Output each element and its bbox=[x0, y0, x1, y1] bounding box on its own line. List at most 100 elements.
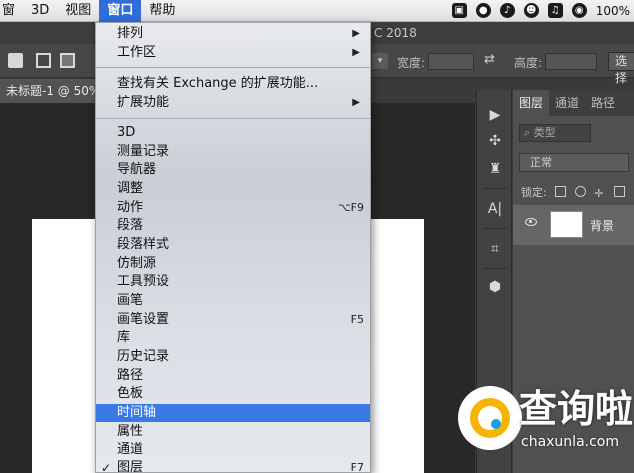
panel-tabs: 图层 通道 路径 bbox=[513, 90, 634, 116]
menu-item-paragraph-styles[interactable]: 段落样式 bbox=[96, 236, 370, 254]
menu-item-channels[interactable]: 通道 bbox=[96, 441, 370, 459]
window-menu-dropdown: 排列 ▶ 工作区 ▶ 查找有关 Exchange 的扩展功能... 扩展功能 ▶… bbox=[95, 22, 371, 473]
mic-icon[interactable]: ♫ bbox=[547, 3, 563, 18]
menu-item-swatches[interactable]: 色板 bbox=[96, 385, 370, 403]
add-selection-icon[interactable] bbox=[36, 53, 51, 68]
menu-item-3d[interactable]: 3D bbox=[96, 124, 370, 142]
tab-paths[interactable]: 路径 bbox=[585, 90, 621, 116]
menu-item-label: 库 bbox=[117, 330, 131, 345]
menu-item-navigator[interactable]: 导航器 bbox=[96, 161, 370, 179]
battery-percent: 100% bbox=[595, 3, 630, 18]
swap-icon[interactable]: ⇄ bbox=[484, 52, 495, 67]
wifi-icon[interactable]: ◉ bbox=[571, 3, 587, 18]
menu-window[interactable]: 窗口 bbox=[99, 0, 142, 22]
menu-shortcut: F7 bbox=[350, 461, 364, 473]
new-selection-icon[interactable] bbox=[8, 53, 23, 68]
menu-item-label: 查找有关 Exchange 的扩展功能... bbox=[117, 76, 319, 91]
width-field[interactable] bbox=[428, 53, 474, 70]
menu-item-measurement-log[interactable]: 测量记录 bbox=[96, 143, 370, 161]
lock-row: 锁定: ✛ bbox=[521, 184, 625, 200]
layer-name: 背景 bbox=[590, 219, 615, 233]
submenu-arrow-icon: ▶ bbox=[352, 97, 360, 108]
filter-label: 类型 bbox=[533, 126, 556, 139]
puzzle-icon[interactable]: ✣ bbox=[486, 132, 504, 150]
menu-item-brush-settings[interactable]: 画笔设置 F5 bbox=[96, 311, 370, 329]
menu-item-history[interactable]: 历史记录 bbox=[96, 348, 370, 366]
crop-icon[interactable]: ⌗ bbox=[486, 240, 504, 258]
search-icon: ⌕ bbox=[524, 126, 531, 139]
menu-item-label: 测量记录 bbox=[117, 144, 170, 159]
menu-item-label: 色板 bbox=[117, 386, 144, 401]
submenu-arrow-icon: ▶ bbox=[352, 28, 360, 39]
height-field[interactable] bbox=[545, 53, 597, 70]
style-dropdown-icon[interactable]: ▾ bbox=[372, 53, 388, 69]
menu-3d[interactable]: 3D bbox=[23, 0, 57, 22]
menu-item-label: 工作区 bbox=[117, 45, 157, 60]
layer-filter-dropdown[interactable]: ⌕ 类型 bbox=[519, 124, 591, 142]
menu-item-label: 时间轴 bbox=[117, 405, 157, 420]
stamp-icon[interactable]: ♜ bbox=[486, 160, 504, 178]
bell-icon[interactable]: ♪ bbox=[499, 3, 515, 18]
character-icon[interactable]: A| bbox=[486, 200, 504, 218]
watermark-url: chaxunla.com bbox=[521, 434, 619, 450]
menu-item-label: 历史记录 bbox=[117, 349, 170, 364]
submenu-arrow-icon: ▶ bbox=[352, 47, 360, 58]
menu-item-label: 段落 bbox=[117, 218, 144, 233]
menu-item-label: 3D bbox=[117, 125, 136, 140]
wechat-icon[interactable]: ● bbox=[475, 3, 491, 18]
app-title: C 2018 bbox=[374, 26, 417, 40]
tab-channels[interactable]: 通道 bbox=[549, 90, 585, 116]
menu-item-timeline[interactable]: 时间轴 bbox=[96, 404, 370, 422]
menu-item-label: 排列 bbox=[117, 26, 144, 41]
3d-cube-icon[interactable]: ⬢ bbox=[486, 278, 504, 296]
menu-partial[interactable]: 窗 bbox=[0, 0, 23, 22]
menu-view[interactable]: 视图 bbox=[57, 0, 99, 22]
menu-item-label: 调整 bbox=[117, 181, 144, 196]
menu-item-clone-source[interactable]: 仿制源 bbox=[96, 255, 370, 273]
menu-item-adjustments[interactable]: 调整 bbox=[96, 180, 370, 198]
menu-item-libraries[interactable]: 库 bbox=[96, 329, 370, 347]
menu-item-workspace[interactable]: 工作区 ▶ bbox=[96, 44, 370, 62]
intersect-selection-icon[interactable] bbox=[60, 53, 75, 68]
menu-shortcut: ⌥F9 bbox=[337, 201, 364, 214]
status-area: ▣ ● ♪ ☻ ♫ ◉ 100% bbox=[451, 3, 634, 18]
layer-thumbnail bbox=[550, 211, 583, 238]
lock-artboard-icon[interactable] bbox=[613, 186, 625, 197]
eye-icon[interactable] bbox=[525, 218, 537, 226]
menu-shortcut: F5 bbox=[350, 313, 364, 326]
menu-item-label: 动作 bbox=[117, 200, 144, 215]
menu-item-find-extensions[interactable]: 查找有关 Exchange 的扩展功能... bbox=[96, 75, 370, 93]
lock-paint-icon[interactable] bbox=[574, 186, 586, 197]
menu-item-label: 仿制源 bbox=[117, 256, 157, 271]
menu-item-paragraph[interactable]: 段落 bbox=[96, 217, 370, 235]
lock-transparent-icon[interactable] bbox=[555, 186, 567, 197]
menu-item-paths[interactable]: 路径 bbox=[96, 367, 370, 385]
app-icon[interactable]: ▣ bbox=[451, 3, 467, 18]
lock-label: 锁定: bbox=[521, 186, 547, 199]
select-and-mask-button[interactable]: 选择 bbox=[608, 52, 634, 85]
watermark-text: 查询啦 bbox=[519, 387, 634, 431]
menu-item-brushes[interactable]: 画笔 bbox=[96, 292, 370, 310]
lock-move-icon[interactable]: ✛ bbox=[594, 187, 605, 200]
play-icon[interactable]: ▶ bbox=[486, 106, 504, 124]
tool-divider bbox=[483, 188, 507, 189]
layer-row[interactable]: 背景 bbox=[513, 205, 634, 245]
menu-item-actions[interactable]: 动作 ⌥F9 bbox=[96, 199, 370, 217]
menu-item-layers[interactable]: ✓ 图层 F7 bbox=[96, 459, 370, 473]
tool-divider bbox=[483, 228, 507, 229]
menu-help[interactable]: 帮助 bbox=[141, 0, 183, 22]
menu-item-extensions[interactable]: 扩展功能 ▶ bbox=[96, 94, 370, 112]
menu-item-label: 工具预设 bbox=[117, 274, 170, 289]
menu-item-tool-presets[interactable]: 工具预设 bbox=[96, 273, 370, 291]
document-tab[interactable]: 未标题-1 @ 50% bbox=[0, 79, 100, 103]
blend-mode-dropdown[interactable]: 正常 bbox=[519, 153, 629, 172]
menu-item-label: 路径 bbox=[117, 368, 144, 383]
width-label: 宽度: bbox=[397, 56, 426, 70]
menu-item-properties[interactable]: 属性 bbox=[96, 423, 370, 441]
qq-icon[interactable]: ☻ bbox=[523, 3, 539, 18]
checkmark-icon: ✓ bbox=[101, 461, 112, 473]
tab-layers[interactable]: 图层 bbox=[513, 90, 550, 116]
menu-separator bbox=[96, 67, 370, 68]
menu-item-arrange[interactable]: 排列 ▶ bbox=[96, 25, 370, 43]
menu-item-label: 段落样式 bbox=[117, 237, 170, 252]
